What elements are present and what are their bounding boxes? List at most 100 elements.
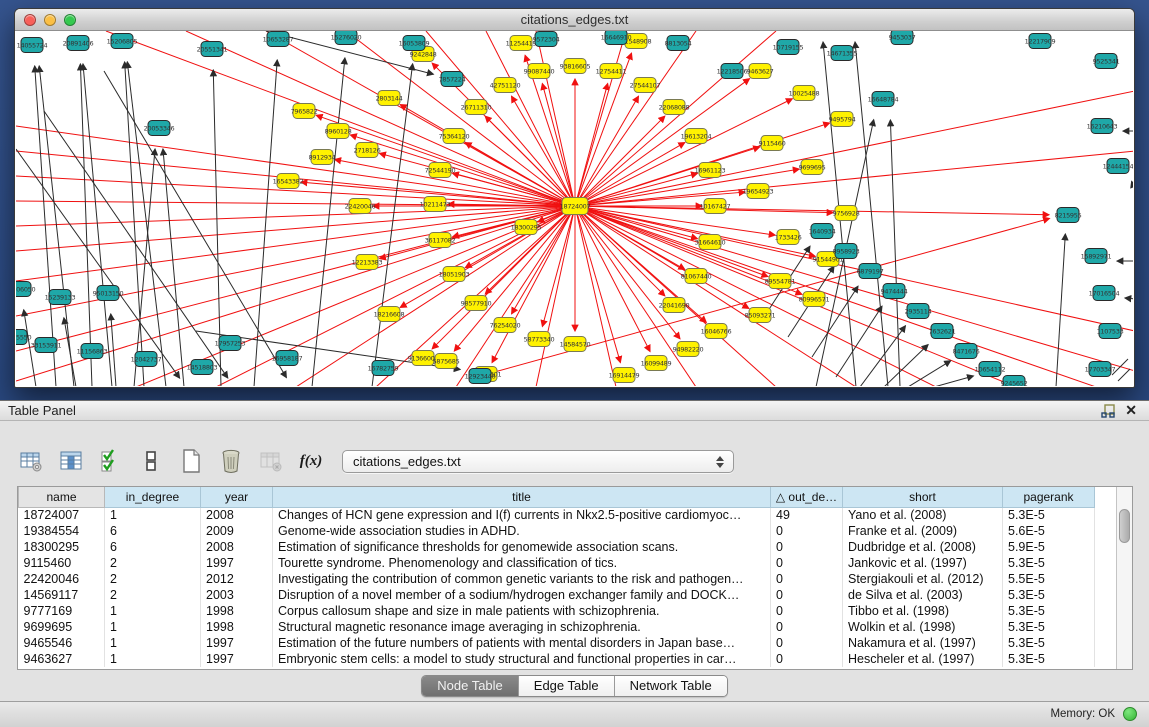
graph-node[interactable]: 81067440 xyxy=(681,269,712,284)
graph-node[interactable]: 99087440 xyxy=(524,64,555,79)
column-header-year[interactable]: year xyxy=(201,487,273,507)
citation-edge-red[interactable] xyxy=(16,206,575,281)
graph-node[interactable]: 9525341 xyxy=(1093,54,1120,69)
rows-icon[interactable] xyxy=(138,448,164,474)
graph-node[interactable]: 16646910 xyxy=(601,31,632,45)
graph-node[interactable]: 12923448 xyxy=(465,369,496,384)
column-header-in_degree[interactable]: in_degree xyxy=(105,487,201,507)
graph-node[interactable]: 95013150 xyxy=(93,286,124,301)
graph-node[interactable]: 9463627 xyxy=(747,64,774,79)
graph-node[interactable]: 16648784 xyxy=(868,92,899,107)
graph-node[interactable]: 9699695 xyxy=(799,160,826,175)
graph-node[interactable]: 1640934 xyxy=(809,224,836,239)
graph-node[interactable]: 8471676 xyxy=(953,344,980,359)
citation-edge-red[interactable] xyxy=(575,79,749,206)
table-row[interactable]: 1872400712008Changes of HCN gene express… xyxy=(19,507,1102,523)
graph-node[interactable]: 15892971 xyxy=(1081,249,1112,264)
graph-node[interactable]: 12042737 xyxy=(131,352,162,367)
graph-node[interactable]: 8960128 xyxy=(325,124,352,139)
graph-node[interactable]: 15206805 xyxy=(107,34,138,49)
graph-node[interactable]: 15276020 xyxy=(331,31,362,45)
graph-node[interactable]: 9572304 xyxy=(533,32,560,47)
graph-node[interactable]: 16543382 xyxy=(273,174,304,189)
graph-node[interactable]: 16046766 xyxy=(701,324,732,339)
graph-node[interactable]: 16914479 xyxy=(609,368,640,383)
tab-network-table[interactable]: Network Table xyxy=(615,676,727,696)
graph-node[interactable]: 10654112 xyxy=(975,362,1006,377)
graph-node[interactable]: 8215955 xyxy=(1055,208,1082,223)
graph-node[interactable]: 8958923 xyxy=(833,244,860,259)
citation-edge-black[interactable] xyxy=(44,111,228,378)
column-header-pagerank[interactable]: pagerank xyxy=(1003,487,1095,507)
network-canvas[interactable]: 1458457058773340762540209857791018051903… xyxy=(16,31,1133,386)
graph-node[interactable]: 20891406 xyxy=(63,36,94,51)
graph-node[interactable]: 14584570 xyxy=(560,337,591,352)
citation-edge-red[interactable] xyxy=(575,206,1049,215)
citation-edge-black[interactable] xyxy=(934,376,973,386)
graph-node[interactable]: 19613204 xyxy=(681,129,712,144)
graph-node[interactable]: 16099489 xyxy=(641,356,672,371)
graph-node[interactable]: 16782759 xyxy=(368,361,399,376)
graph-node[interactable]: 9245652 xyxy=(1001,376,1028,387)
delete-icon[interactable] xyxy=(218,448,244,474)
table-selector-dropdown[interactable]: citations_edges.txt xyxy=(342,450,734,473)
graph-node[interactable]: 58773340 xyxy=(524,332,555,347)
citation-edge-red[interactable] xyxy=(380,153,575,206)
graph-node[interactable]: 1107533 xyxy=(1097,324,1124,339)
graph-node[interactable]: 9756928 xyxy=(833,206,860,221)
column-header-out_de[interactable]: △ out_de… xyxy=(771,487,843,507)
citation-edge-black[interactable] xyxy=(1118,369,1130,381)
graph-node[interactable]: 18300295 xyxy=(511,220,542,235)
graph-node[interactable]: 5875685 xyxy=(433,354,460,369)
citation-edge-black[interactable] xyxy=(64,318,76,386)
graph-node[interactable]: 18216608 xyxy=(374,307,405,322)
citation-edge-black[interactable] xyxy=(890,120,900,386)
graph-node[interactable]: 6879197 xyxy=(857,264,884,279)
graph-node[interactable]: 16210643 xyxy=(1087,119,1118,134)
graph-node[interactable]: 12444154 xyxy=(1103,159,1133,174)
graph-node[interactable]: 7857224 xyxy=(439,72,466,87)
citation-edge-red[interactable] xyxy=(575,31,626,206)
select-rows-icon[interactable] xyxy=(98,448,124,474)
graph-node[interactable]: 22420046 xyxy=(345,199,376,214)
tab-node-table[interactable]: Node Table xyxy=(422,676,519,696)
graph-node[interactable]: 98577910 xyxy=(461,296,492,311)
citation-edge-red[interactable] xyxy=(575,31,696,206)
graph-node[interactable]: 14671355 xyxy=(827,46,858,61)
graph-node[interactable]: 16053809 xyxy=(399,36,430,51)
graph-node[interactable]: 10025488 xyxy=(789,86,820,101)
graph-node[interactable]: 7965822 xyxy=(291,104,318,119)
column-header-short[interactable]: short xyxy=(843,487,1003,507)
graph-node[interactable]: 76254020 xyxy=(490,318,521,333)
table-vertical-scrollbar[interactable] xyxy=(1116,487,1132,669)
graph-node[interactable]: 20551341 xyxy=(197,42,228,57)
graph-node[interactable]: 15239133 xyxy=(45,290,76,305)
table-row[interactable]: 946554611997Estimation of the future num… xyxy=(19,635,1102,651)
citation-edge-red[interactable] xyxy=(575,84,608,206)
table-row[interactable]: 1938455462009Genome-wide association stu… xyxy=(19,523,1102,539)
graph-node[interactable]: 22041690 xyxy=(659,298,690,313)
graph-node[interactable]: 2935114 xyxy=(905,304,932,319)
citation-edge-red[interactable] xyxy=(575,31,776,206)
graph-node[interactable]: 11156863 xyxy=(77,344,108,359)
citation-edge-black[interactable] xyxy=(104,71,286,378)
graph-node[interactable]: 17016504 xyxy=(1089,286,1120,301)
citation-edge-red[interactable] xyxy=(575,206,616,386)
graph-node[interactable]: 9453037 xyxy=(889,31,916,45)
graph-node[interactable]: 42751120 xyxy=(490,78,521,93)
graph-node[interactable]: 89554781 xyxy=(765,274,796,289)
graph-node[interactable]: 20053346 xyxy=(144,121,175,136)
graph-node[interactable]: 9495794 xyxy=(829,112,856,127)
graph-node[interactable]: 17957253 xyxy=(215,336,246,351)
citation-edge-black[interactable] xyxy=(83,64,112,386)
graph-node[interactable]: 85093271 xyxy=(745,308,776,323)
table-row[interactable]: 1456911722003Disruption of a novel membe… xyxy=(19,587,1102,603)
table-columns-icon[interactable] xyxy=(58,448,84,474)
citation-edge-red[interactable] xyxy=(536,31,575,206)
table-row[interactable]: 946362711997Embryonic stem cells: a mode… xyxy=(19,651,1102,667)
window-titlebar[interactable]: citations_edges.txt xyxy=(15,9,1134,31)
graph-node[interactable]: 31664610 xyxy=(695,235,726,250)
citation-edge-red[interactable] xyxy=(106,31,575,206)
graph-node-hub[interactable]: 18724007 xyxy=(560,198,591,215)
graph-node[interactable]: 10719155 xyxy=(773,40,804,55)
